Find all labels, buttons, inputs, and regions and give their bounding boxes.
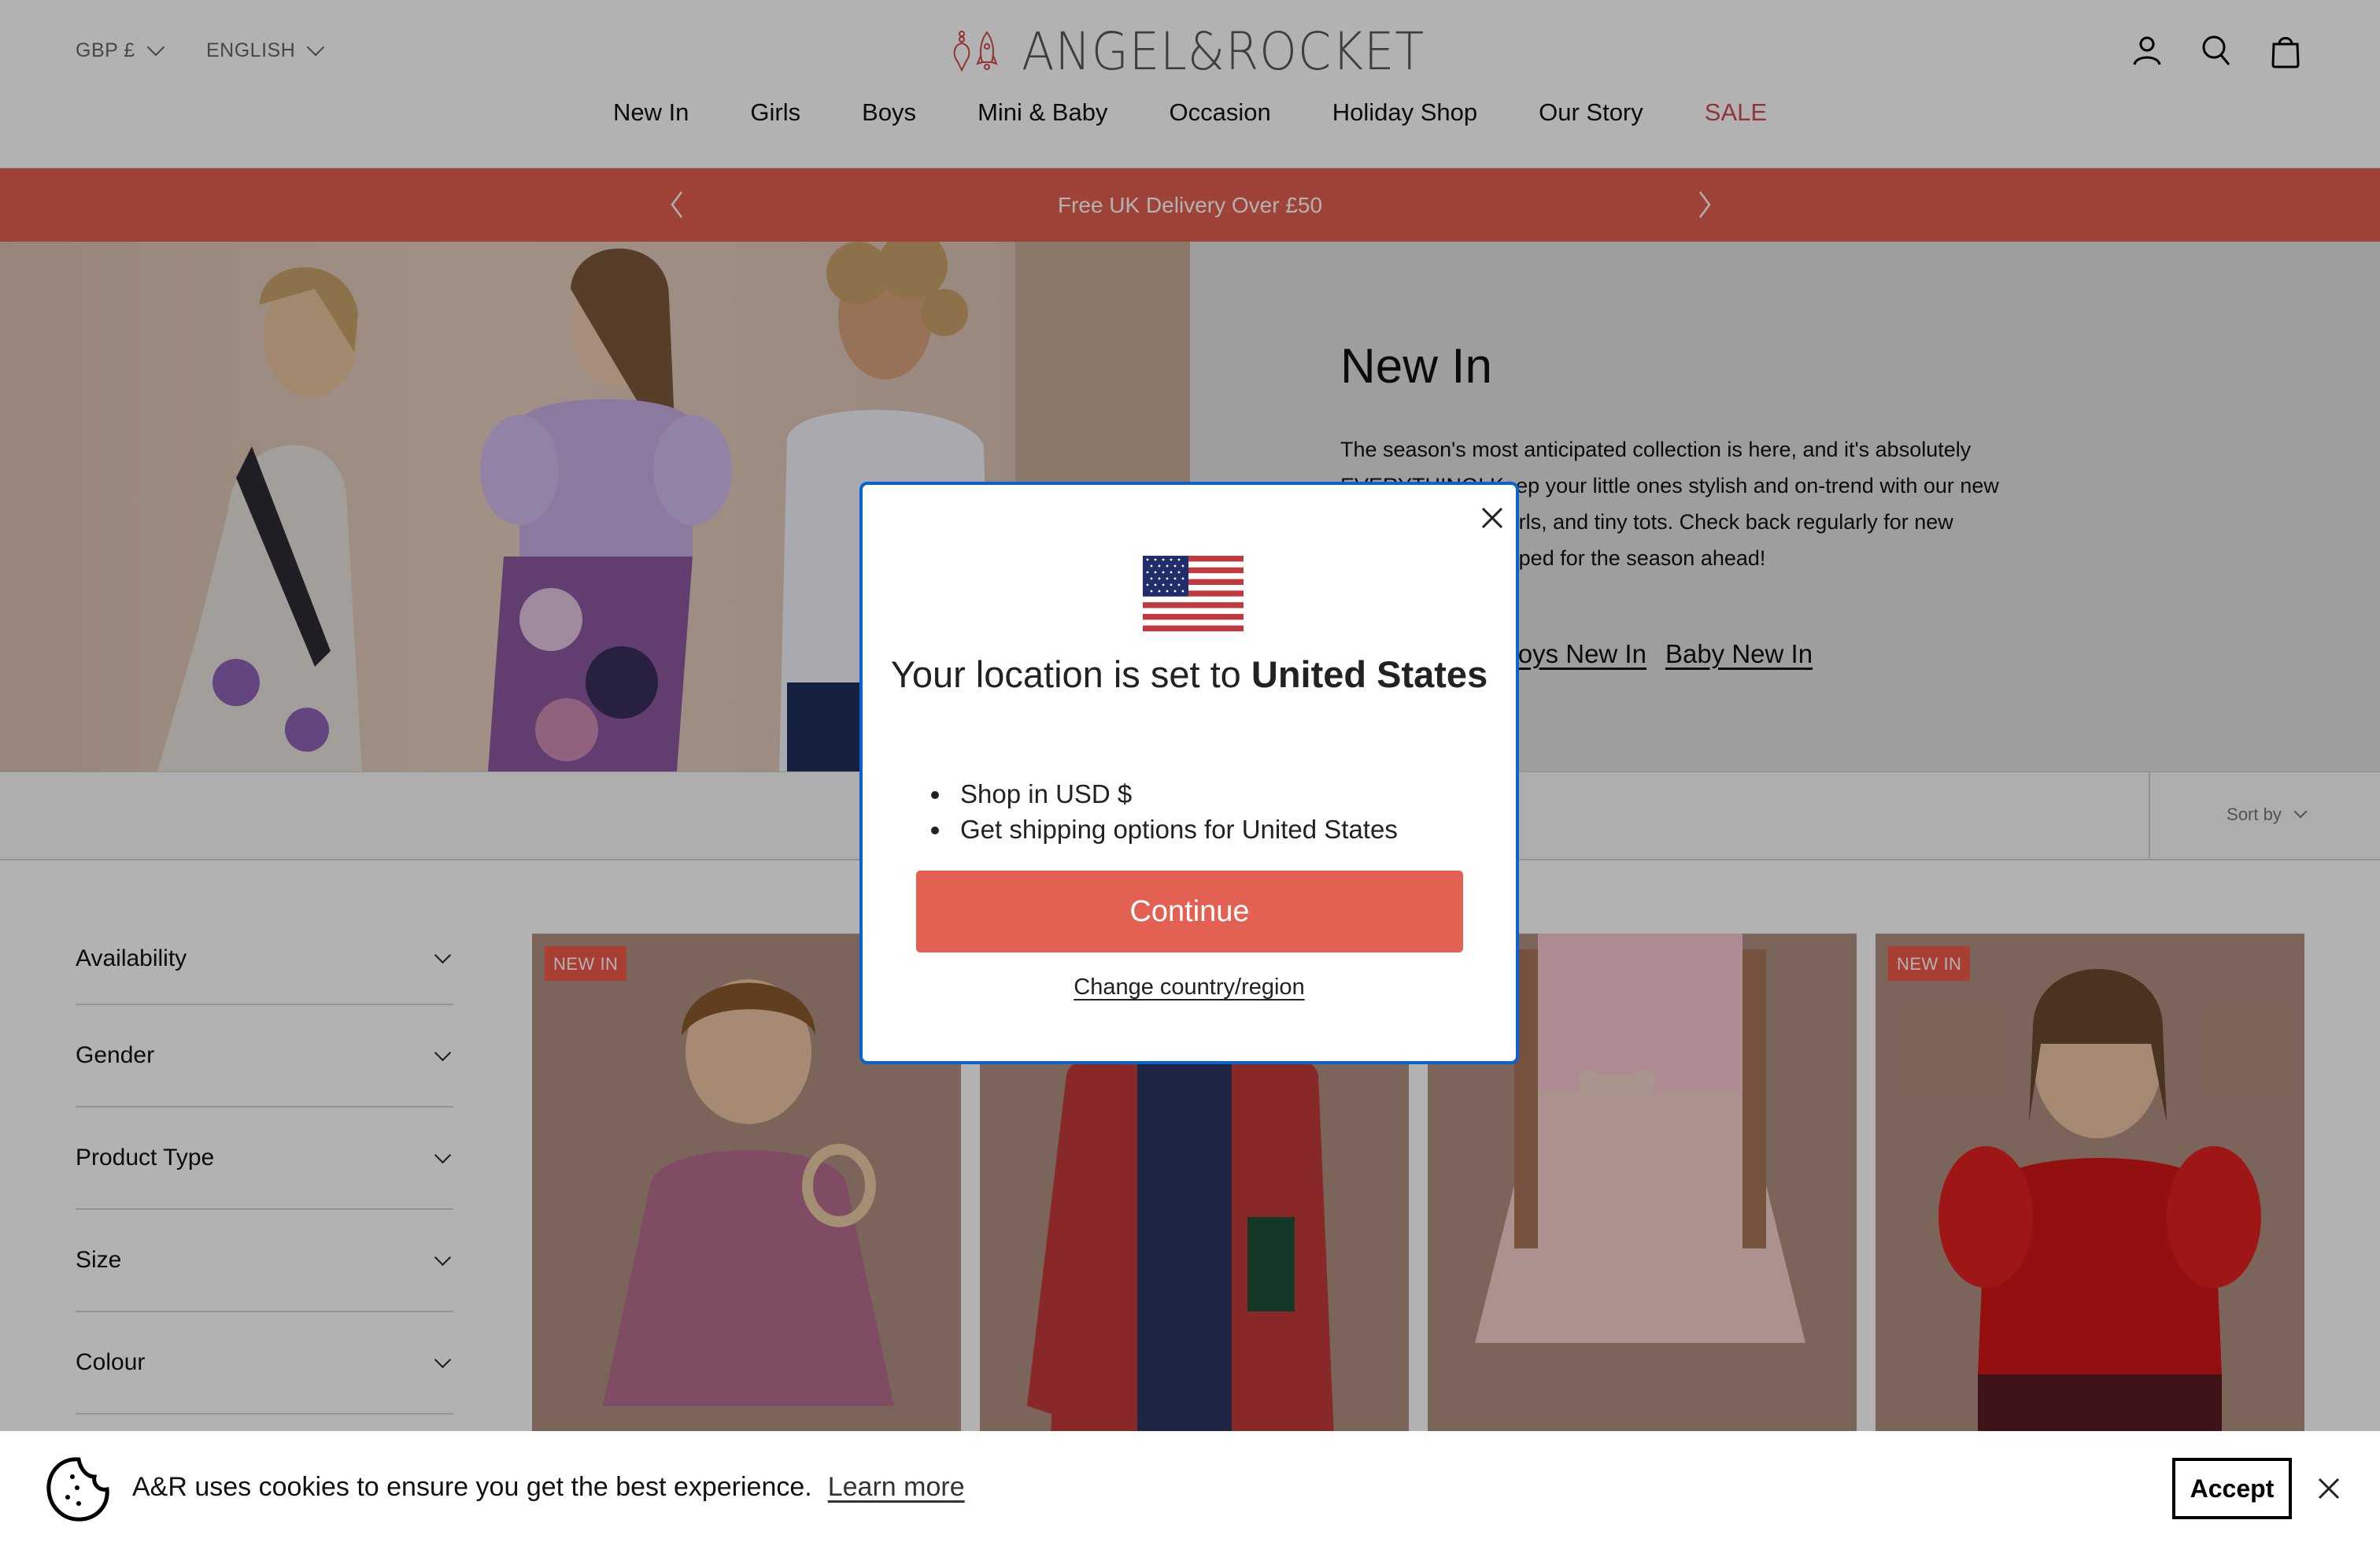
cookie-banner: A&R uses cookies to ensure you get the b… <box>0 1431 2380 1546</box>
modal-title-prefix: Your location is set to <box>890 653 1251 695</box>
cookie-message: A&R uses cookies to ensure you get the b… <box>132 1472 812 1502</box>
continue-button[interactable]: Continue <box>916 871 1463 952</box>
change-country-link[interactable]: Change country/region <box>863 975 1516 1000</box>
cookie-message-row: A&R uses cookies to ensure you get the b… <box>132 1472 965 1503</box>
learn-more-link[interactable]: Learn more <box>828 1472 965 1503</box>
cookie-icon <box>46 1457 109 1522</box>
accept-cookies-button[interactable]: Accept <box>2172 1458 2292 1519</box>
us-flag-icon <box>1143 556 1244 631</box>
modal-title: Your location is set to United States <box>863 652 1516 697</box>
close-icon[interactable] <box>1476 502 1508 534</box>
modal-benefits-list: Shop in USD $ Get shipping options for U… <box>911 776 1398 847</box>
location-modal: Your location is set to United States Sh… <box>859 482 1519 1064</box>
benefit-shipping: Get shipping options for United States <box>952 812 1398 847</box>
country-name: United States <box>1251 653 1488 695</box>
close-icon[interactable] <box>2315 1475 2342 1502</box>
benefit-currency: Shop in USD $ <box>952 776 1398 812</box>
